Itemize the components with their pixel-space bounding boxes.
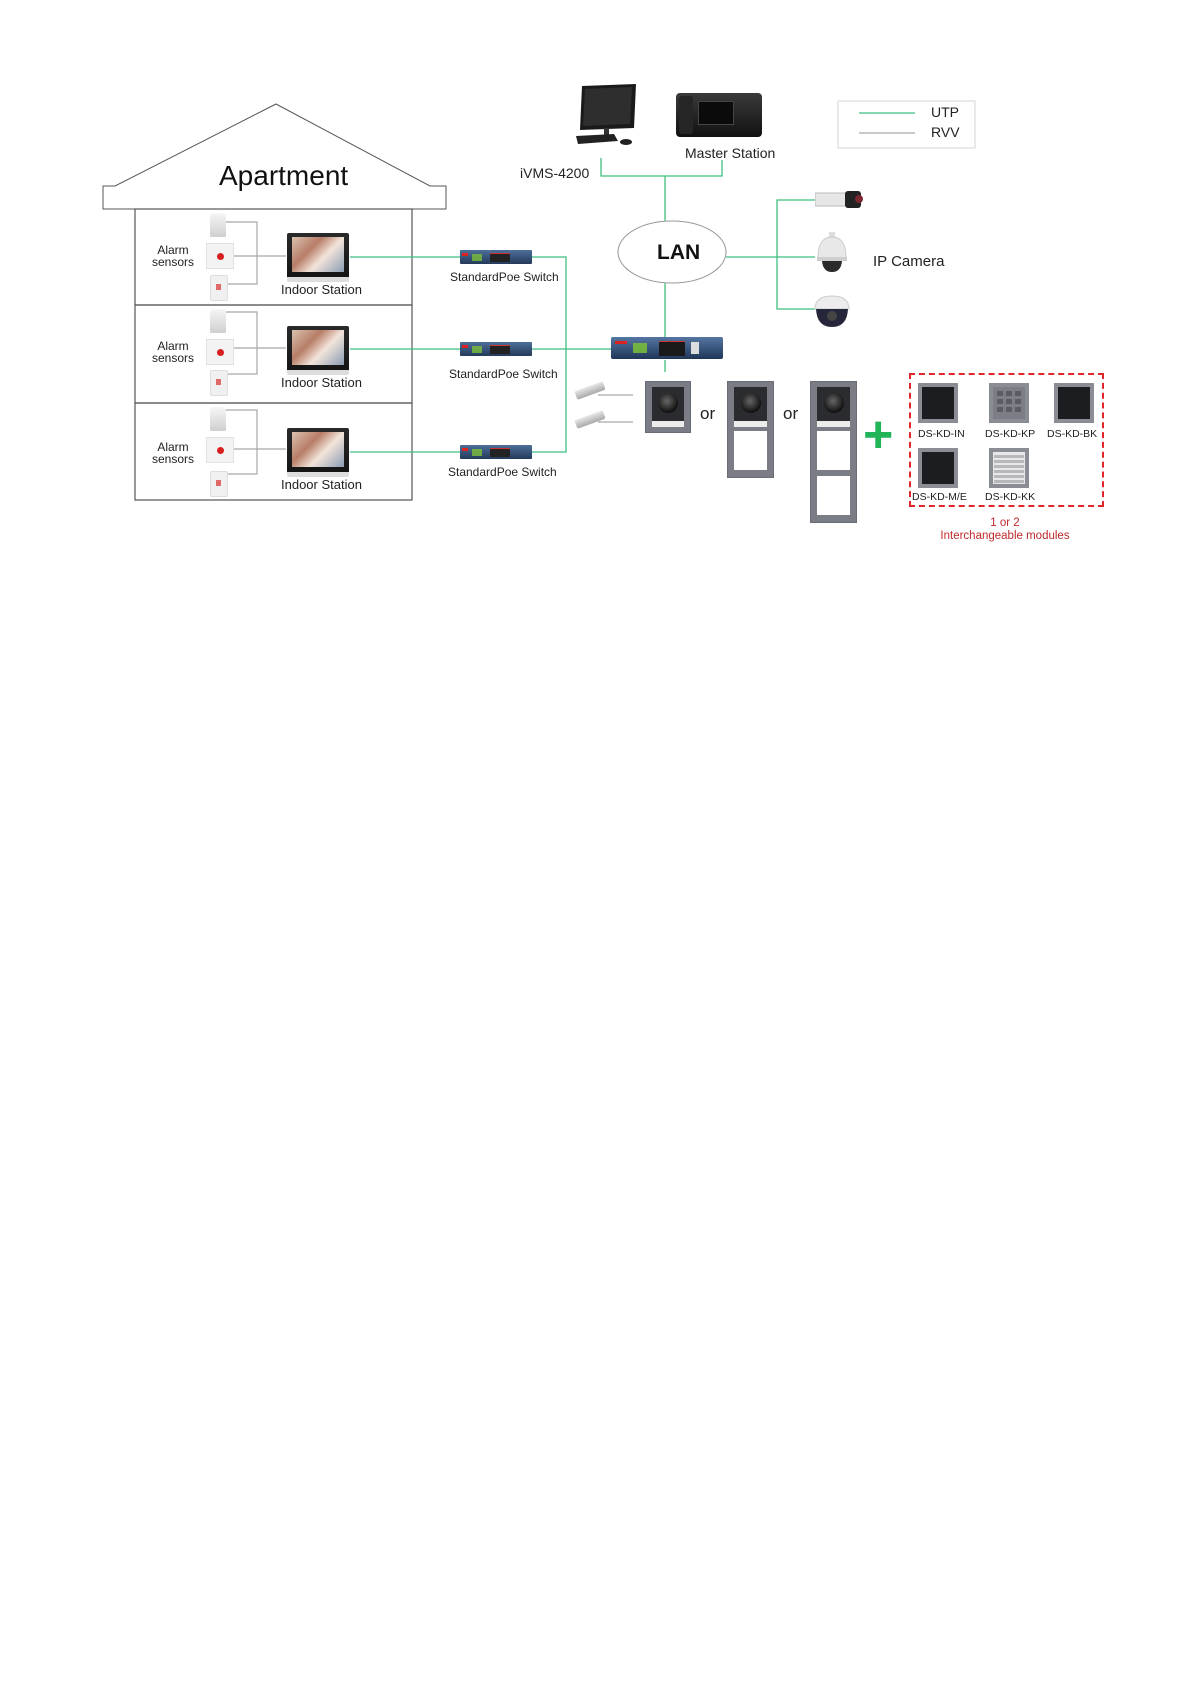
poe-switch-icon [460,445,532,459]
poe-switch-label: StandardPoe Switch [449,367,558,381]
poe-switch-icon [460,342,532,356]
modules-note: 1 or 2 Interchangeable modules [920,517,1090,543]
module-me-icon [918,448,958,488]
apartment-title: Apartment [219,160,349,191]
dome-camera-icon [814,295,850,327]
door-station-2-module [727,381,774,478]
poe-switch-label: StandardPoe Switch [450,270,559,284]
panic-button-icon [206,437,234,463]
module-label: DS-KD-IN [918,428,965,440]
module-kk-icon [989,448,1029,488]
module-in-icon [918,383,958,423]
module-kp-icon [989,383,1029,423]
module-label: DS-KD-KK [985,491,1036,503]
master-station-icon [676,93,762,137]
alarm-sensors-label: Alarm sensors [150,244,196,268]
door-station-1-module [645,381,691,433]
or-separator: or [783,404,799,423]
modules-note-line1: 1 or 2 [990,517,1020,529]
module-bk-icon [1054,383,1094,423]
bullet-camera-icon [815,191,863,208]
ptz-camera-icon [817,232,847,272]
door-station-3-module [810,381,857,523]
ivms-label: iVMS-4200 [520,165,590,181]
siren-sensor-icon [210,370,228,396]
legend-rvv-label: RVV [931,124,960,140]
indoor-station-icon [287,326,349,375]
module-label: DS-KD-M/E [912,491,967,503]
apartment-roof [102,103,447,210]
modules-note-line2: Interchangeable modules [940,530,1070,542]
siren-sensor-icon [210,275,228,301]
alarm-sensors-label: Alarm sensors [150,441,196,465]
main-poe-switch-icon [611,337,723,359]
master-station-label: Master Station [685,145,776,161]
pir-sensor-icon [210,213,226,237]
indoor-station-label: Indoor Station [281,282,362,297]
panic-button-icon [206,243,234,269]
alarm-label-line2: sensors [151,255,195,269]
computer-icon [576,84,636,145]
siren-sensor-icon [210,471,228,497]
alarm-label-line2: sensors [151,351,195,365]
lan-label: LAN [657,241,701,264]
indoor-station-icon [287,233,349,282]
pir-sensor-icon [210,407,226,431]
poe-switch-label: StandardPoe Switch [448,465,557,479]
alarm-sensors-label: Alarm sensors [150,340,196,364]
pir-sensor-icon [210,309,226,333]
poe-switch-icon [460,250,532,264]
module-label: DS-KD-BK [1047,428,1098,440]
ip-camera-label: IP Camera [873,253,945,270]
module-label: DS-KD-KP [985,428,1036,440]
plus-icon: + [863,406,894,464]
panic-button-icon [206,339,234,365]
legend-utp-label: UTP [931,104,959,120]
indoor-station-label: Indoor Station [281,375,362,390]
indoor-station-icon [287,428,349,477]
alarm-label-line2: sensors [151,452,195,466]
indoor-station-label: Indoor Station [281,477,362,492]
or-separator: or [700,404,716,423]
